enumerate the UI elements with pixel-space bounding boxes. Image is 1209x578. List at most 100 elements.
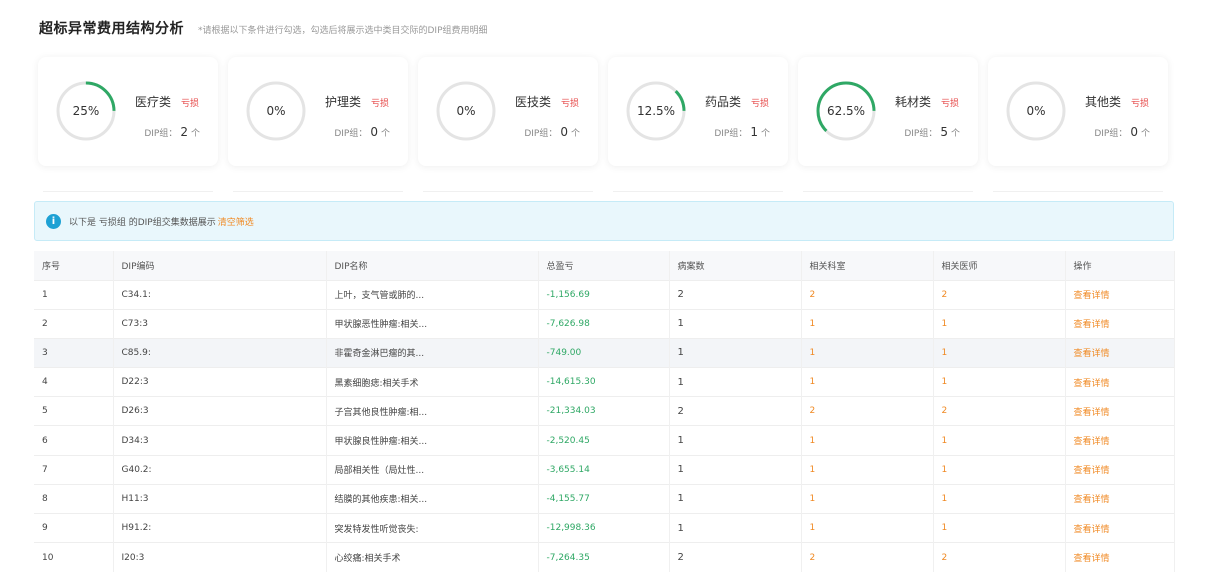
category-card[interactable]: 62.5% 耗材类 亏损 DIP组： 5 个	[798, 57, 978, 166]
row-case-count: 1	[669, 513, 802, 543]
row-dip-code: I20:3	[113, 542, 327, 572]
category-card[interactable]: 0% 护理类 亏损 DIP组： 0 个	[228, 57, 408, 166]
view-detail-link[interactable]: 查看详情	[1065, 425, 1175, 456]
col-doctors-header: 相关医师	[933, 251, 1066, 280]
row-dept-count: 2	[801, 542, 934, 572]
info-icon: i	[46, 213, 61, 229]
view-detail-link[interactable]: 查看详情	[1065, 396, 1175, 426]
table-header-row: 序号 DIP编码 DIP名称 总盈亏 病案数 相关科室 相关医师 操作	[34, 251, 1175, 280]
row-doctor-count: 1	[933, 455, 1066, 485]
dip-count: DIP组： 5 个	[904, 125, 960, 139]
table-row[interactable]: 6 D34:3 甲状腺良性肿瘤:相关... -2,520.45 1 1 1 查看详情	[34, 425, 1175, 456]
row-dip-name: 非霍奇金淋巴瘤的其...	[326, 338, 539, 368]
row-index: 5	[34, 396, 114, 426]
table-row[interactable]: 2 C73:3 甲状腺恶性肿瘤:相关... -7,626.98 1 1 1 查看详情	[34, 309, 1175, 339]
row-profit: -4,155.77	[538, 484, 670, 514]
row-dip-code: D22:3	[113, 367, 327, 397]
row-index: 2	[34, 309, 114, 339]
table-row[interactable]: 9 H91.2: 突发特发性听觉丧失: -12,998.36 1 1 1 查看详情	[34, 513, 1175, 543]
table-body: 1 C34.1: 上叶，支气管或肺的... -1,156.69 2 2 2 查看详情 2 C73:…	[34, 280, 1175, 572]
row-index: 8	[34, 484, 114, 514]
table-row[interactable]: 10 I20:3 心绞痛:相关手术 -7,264.35 2 2 2 查看详情	[34, 542, 1175, 572]
dip-count-unit: 个	[950, 129, 960, 139]
row-doctor-count: 2	[933, 396, 1066, 426]
row-case-count: 1	[669, 484, 802, 514]
row-case-count: 1	[669, 367, 802, 397]
row-dept-count: 1	[801, 309, 934, 339]
category-name: 药品类	[705, 95, 742, 109]
percent-label: 25%	[72, 104, 100, 118]
page-title: 超标异常费用结构分析	[39, 21, 184, 37]
filter-notice: i 以下是 亏损组 的DIP组交集数据展示 清空筛选	[34, 201, 1174, 241]
loss-tag: 亏损	[1131, 99, 1150, 109]
row-index: 6	[34, 425, 114, 456]
card-divider	[233, 191, 403, 192]
dip-count: DIP组： 1 个	[714, 125, 770, 139]
dip-count-label: DIP组：	[524, 129, 558, 139]
row-case-count: 1	[669, 338, 802, 368]
card-divider	[423, 191, 593, 192]
category-name: 医技类	[515, 95, 552, 109]
dip-count-value: 2	[180, 125, 188, 139]
view-detail-link[interactable]: 查看详情	[1065, 484, 1175, 514]
row-dip-name: 甲状腺良性肿瘤:相关...	[326, 425, 539, 456]
col-name-header: DIP名称	[326, 251, 539, 280]
percent-label: 0%	[1026, 104, 1046, 118]
notice-message: 以下是 亏损组 的DIP组交集数据展示	[69, 217, 216, 228]
view-detail-link[interactable]: 查看详情	[1065, 309, 1175, 339]
row-dip-code: C85.9:	[113, 338, 327, 368]
row-dept-count: 1	[801, 425, 934, 456]
dip-count-label: DIP组：	[144, 129, 178, 139]
view-detail-link[interactable]: 查看详情	[1065, 280, 1175, 310]
clear-filter-link[interactable]: 清空筛选	[218, 215, 254, 228]
loss-tag: 亏损	[941, 99, 960, 109]
category-card[interactable]: 0% 其他类 亏损 DIP组： 0 个	[988, 57, 1168, 166]
view-detail-link[interactable]: 查看详情	[1065, 338, 1175, 368]
dip-count: DIP组： 0 个	[524, 125, 580, 139]
row-case-count: 1	[669, 309, 802, 339]
row-dip-code: C34.1:	[113, 280, 327, 310]
table-row[interactable]: 3 C85.9: 非霍奇金淋巴瘤的其... -749.00 1 1 1 查看详情	[34, 338, 1175, 368]
table-row[interactable]: 5 D26:3 子宫其他良性肿瘤:相... -21,334.03 2 2 2 查看详情	[34, 396, 1175, 426]
row-dip-name: 局部相关性（局灶性...	[326, 455, 539, 485]
row-dip-code: D34:3	[113, 425, 327, 456]
loss-tag: 亏损	[751, 99, 770, 109]
loss-tag: 亏损	[371, 99, 390, 109]
dip-count: DIP组： 0 个	[334, 125, 390, 139]
card-divider	[803, 191, 973, 192]
table-row[interactable]: 1 C34.1: 上叶，支气管或肺的... -1,156.69 2 2 2 查看详情	[34, 280, 1175, 310]
card-divider	[613, 191, 783, 192]
row-dip-name: 心绞痛:相关手术	[326, 542, 539, 572]
category-name: 其他类	[1085, 95, 1122, 109]
table-row[interactable]: 8 H11:3 结膜的其他疾患:相关... -4,155.77 1 1 1 查看详情	[34, 484, 1175, 514]
view-detail-link[interactable]: 查看详情	[1065, 367, 1175, 397]
row-profit: -749.00	[538, 338, 670, 368]
row-doctor-count: 1	[933, 484, 1066, 514]
row-index: 1	[34, 280, 114, 310]
view-detail-link[interactable]: 查看详情	[1065, 513, 1175, 543]
col-depts-header: 相关科室	[801, 251, 934, 280]
row-dip-code: H91.2:	[113, 513, 327, 543]
dip-count-unit: 个	[1140, 129, 1150, 139]
row-doctor-count: 1	[933, 338, 1066, 368]
view-detail-link[interactable]: 查看详情	[1065, 542, 1175, 572]
category-card[interactable]: 0% 医技类 亏损 DIP组： 0 个	[418, 57, 598, 166]
row-doctor-count: 2	[933, 280, 1066, 310]
table-row[interactable]: 7 G40.2: 局部相关性（局灶性... -3,655.14 1 1 1 查看详情	[34, 455, 1175, 485]
row-index: 10	[34, 542, 114, 572]
row-profit: -7,264.35	[538, 542, 670, 572]
category-card[interactable]: 12.5% 药品类 亏损 DIP组： 1 个	[608, 57, 788, 166]
view-detail-link[interactable]: 查看详情	[1065, 455, 1175, 485]
row-dip-code: H11:3	[113, 484, 327, 514]
percent-label: 0%	[266, 104, 286, 118]
row-dip-code: C73:3	[113, 309, 327, 339]
row-dip-code: D26:3	[113, 396, 327, 426]
row-dip-name: 甲状腺恶性肿瘤:相关...	[326, 309, 539, 339]
dip-count-value: 1	[750, 125, 758, 139]
row-case-count: 2	[669, 542, 802, 572]
row-index: 4	[34, 367, 114, 397]
table-row[interactable]: 4 D22:3 黑素细胞痣:相关手术 -14,615.30 1 1 1 查看详情	[34, 367, 1175, 397]
page-header: 超标异常费用结构分析 *请根据以下条件进行勾选，勾选后将展示选中类目交际的DIP…	[39, 18, 488, 38]
category-card[interactable]: 25% 医疗类 亏损 DIP组： 2 个	[38, 57, 218, 166]
row-doctor-count: 1	[933, 513, 1066, 543]
